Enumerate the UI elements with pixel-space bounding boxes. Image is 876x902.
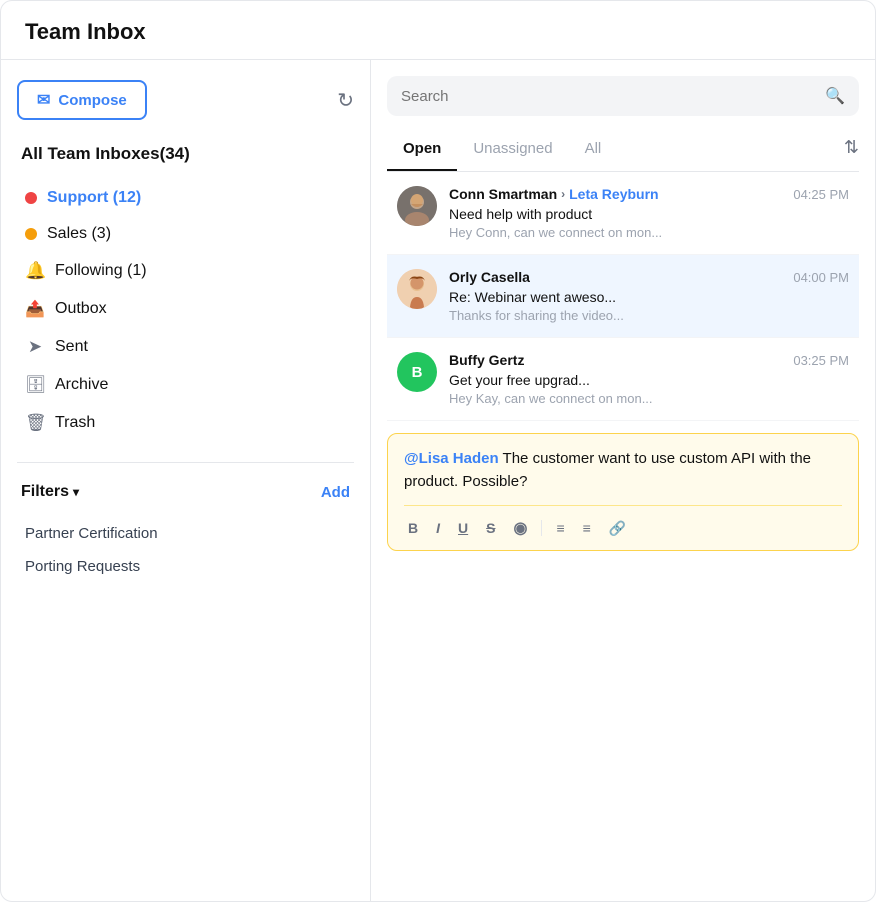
archive-label: Archive — [55, 376, 346, 394]
bold-button[interactable]: B — [404, 518, 422, 538]
search-input[interactable] — [401, 88, 817, 105]
reply-toolbar: B I U S ◉ ≡ ≡ 🔗 — [404, 505, 842, 540]
email-header-row-conn: Conn Smartman › Leta Reyburn 04:25 PM — [449, 186, 849, 202]
sidebar-item-sent[interactable]: ➤ Sent — [17, 328, 354, 366]
compose-label: Compose — [58, 92, 126, 109]
main-layout: ✉ Compose ↻ All Team Inboxes(34) Support… — [1, 60, 875, 901]
underline-button[interactable]: U — [454, 518, 472, 538]
reply-text: @Lisa Haden The customer want to use cus… — [404, 448, 842, 493]
avatar-orly-casella — [397, 269, 437, 309]
tabs: Open Unassigned All ⇅ — [387, 132, 859, 172]
compose-icon: ✉ — [37, 90, 50, 110]
filters-title[interactable]: Filters ▾ — [21, 483, 79, 501]
assigned-to-conn: Leta Reyburn — [569, 186, 658, 202]
unordered-list-button[interactable]: ≡ — [579, 518, 595, 538]
email-list: Conn Smartman › Leta Reyburn 04:25 PM Ne… — [387, 172, 859, 901]
email-sender-orly: Orly Casella — [449, 269, 530, 285]
sort-button[interactable]: ⇅ — [844, 137, 859, 166]
refresh-button[interactable]: ↻ — [337, 88, 354, 113]
support-label: Support (12) — [47, 189, 346, 207]
inbox-list: Support (12) Sales (3) 🔔 Following (1) 📤… — [17, 180, 354, 442]
email-time-buffy: 03:25 PM — [793, 353, 849, 368]
email-sender-conn: Conn Smartman › Leta Reyburn — [449, 186, 659, 202]
outbox-icon: 📤 — [25, 299, 45, 319]
email-item-buffy-gertz[interactable]: B Buffy Gertz 03:25 PM Get your free upg… — [387, 338, 859, 421]
main-content: 🔍 Open Unassigned All ⇅ — [371, 60, 875, 901]
email-time-conn: 04:25 PM — [793, 187, 849, 202]
search-bar: 🔍 — [387, 76, 859, 116]
filters-header: Filters ▾ Add — [17, 475, 354, 509]
email-subject-orly: Re: Webinar went aweso... — [449, 289, 849, 305]
sidebar-item-following[interactable]: 🔔 Following (1) — [17, 252, 354, 290]
sidebar-item-support[interactable]: Support (12) — [17, 180, 354, 216]
email-body-buffy: Buffy Gertz 03:25 PM Get your free upgra… — [449, 352, 849, 406]
email-preview-conn: Hey Conn, can we connect on mon... — [449, 225, 849, 240]
email-item-orly-casella[interactable]: Orly Casella 04:00 PM Re: Webinar went a… — [387, 255, 859, 338]
sidebar-top: ✉ Compose ↻ — [17, 80, 354, 120]
email-item-conn-smartman[interactable]: Conn Smartman › Leta Reyburn 04:25 PM Ne… — [387, 172, 859, 255]
app-title: Team Inbox — [1, 1, 875, 60]
filter-item-porting-requests[interactable]: Porting Requests — [17, 550, 354, 583]
following-label: Following (1) — [55, 262, 346, 280]
compose-button[interactable]: ✉ Compose — [17, 80, 147, 120]
email-sender-buffy: Buffy Gertz — [449, 352, 524, 368]
email-header-row-orly: Orly Casella 04:00 PM — [449, 269, 849, 285]
email-subject-buffy: Get your free upgrad... — [449, 372, 849, 388]
reply-box[interactable]: @Lisa Haden The customer want to use cus… — [387, 433, 859, 551]
italic-button[interactable]: I — [432, 518, 444, 538]
sidebar: ✉ Compose ↻ All Team Inboxes(34) Support… — [1, 60, 371, 901]
sales-label: Sales (3) — [47, 225, 346, 243]
sidebar-item-trash[interactable]: 🗑 Trash — [17, 404, 354, 442]
email-preview-orly: Thanks for sharing the video... — [449, 308, 849, 323]
sidebar-item-archive[interactable]: 🗄 Archive — [17, 366, 354, 404]
trash-icon: 🗑 — [25, 413, 45, 433]
tab-all[interactable]: All — [569, 132, 618, 171]
toolbar-separator — [541, 520, 542, 536]
email-body-conn: Conn Smartman › Leta Reyburn 04:25 PM Ne… — [449, 186, 849, 240]
outbox-label: Outbox — [55, 300, 346, 318]
email-time-orly: 04:00 PM — [793, 270, 849, 285]
filter-items-list: Partner Certification Porting Requests — [17, 517, 354, 583]
color-button[interactable]: ◉ — [509, 516, 531, 540]
trash-label: Trash — [55, 414, 346, 432]
avatar-buffy-gertz: B — [397, 352, 437, 392]
search-icon: 🔍 — [825, 86, 845, 106]
tab-open[interactable]: Open — [387, 132, 457, 171]
sidebar-divider — [17, 462, 354, 463]
chevron-down-icon: ▾ — [73, 485, 79, 499]
link-button[interactable]: 🔗 — [605, 518, 630, 539]
sidebar-item-outbox[interactable]: 📤 Outbox — [17, 290, 354, 328]
strikethrough-button[interactable]: S — [482, 518, 499, 538]
refresh-icon: ↻ — [337, 90, 354, 112]
email-header-row-buffy: Buffy Gertz 03:25 PM — [449, 352, 849, 368]
email-preview-buffy: Hey Kay, can we connect on mon... — [449, 391, 849, 406]
sales-dot — [25, 228, 37, 240]
sort-icon: ⇅ — [844, 137, 859, 157]
email-subject-conn: Need help with product — [449, 206, 849, 222]
reply-mention: @Lisa Haden — [404, 450, 499, 467]
avatar-conn-smartman — [397, 186, 437, 226]
ordered-list-button[interactable]: ≡ — [552, 518, 568, 538]
support-dot — [25, 192, 37, 204]
email-body-orly: Orly Casella 04:00 PM Re: Webinar went a… — [449, 269, 849, 323]
tab-unassigned[interactable]: Unassigned — [457, 132, 568, 171]
sent-icon: ➤ — [25, 337, 45, 357]
sidebar-item-sales[interactable]: Sales (3) — [17, 216, 354, 252]
filter-item-partner-certification[interactable]: Partner Certification — [17, 517, 354, 550]
assign-arrow-icon: › — [561, 187, 565, 201]
following-icon: 🔔 — [25, 261, 45, 281]
archive-icon: 🗄 — [25, 375, 45, 395]
all-inboxes-label: All Team Inboxes(34) — [17, 144, 354, 164]
filters-add-button[interactable]: Add — [321, 484, 350, 501]
sent-label: Sent — [55, 338, 346, 356]
